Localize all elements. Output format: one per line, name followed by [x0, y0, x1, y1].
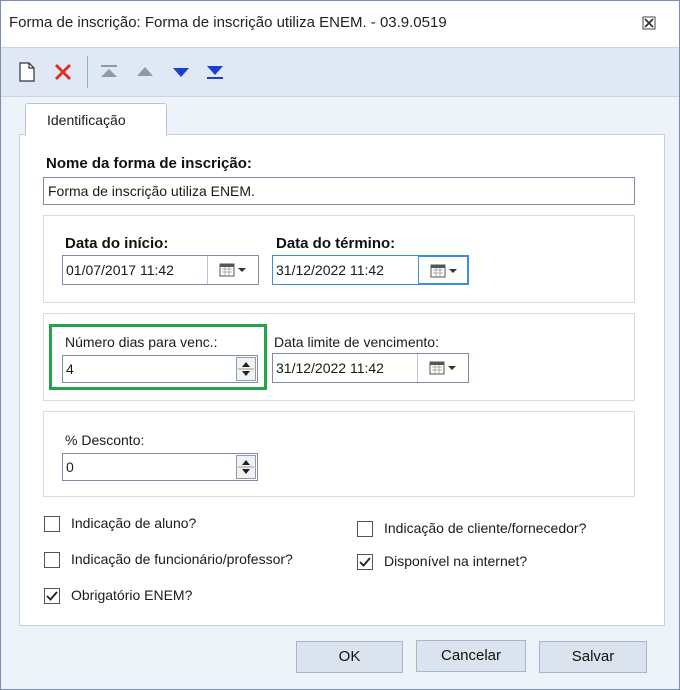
data-termino-label: Data do término:: [276, 235, 396, 252]
cancel-button[interactable]: Cancelar: [416, 640, 526, 672]
checkbox-label-indicacao-aluno: Indicação de aluno?: [71, 515, 197, 531]
calendar-dropdown-icon[interactable]: [417, 354, 468, 382]
move-down-icon[interactable]: [169, 60, 193, 84]
title-bar: Forma de inscrição: Forma de inscrição u…: [1, 1, 679, 47]
checkbox-obrigatorio-enem[interactable]: [44, 588, 60, 604]
move-last-icon[interactable]: [203, 60, 227, 84]
data-termino-input[interactable]: 31/12/2022 11:42: [272, 255, 469, 285]
checkbox-indicacao-cliente[interactable]: [357, 521, 373, 537]
data-inicio-input[interactable]: 01/07/2017 11:42: [62, 255, 259, 285]
desconto-value: 0: [66, 459, 74, 475]
tab-identificacao[interactable]: Identificação: [25, 103, 167, 136]
footer: OK Cancelar Salvar: [1, 629, 679, 689]
data-inicio-value: 01/07/2017 11:42: [66, 262, 174, 278]
tab-label: Identificação: [47, 112, 126, 128]
toolbar-separator: [87, 56, 88, 88]
data-termino-value: 31/12/2022 11:42: [276, 262, 384, 278]
data-limite-value: 31/12/2022 11:42: [276, 360, 384, 376]
save-button[interactable]: Salvar: [539, 641, 647, 673]
calendar-dropdown-icon[interactable]: [418, 256, 468, 284]
nome-input[interactable]: Forma de inscrição utiliza ENEM.: [43, 177, 635, 205]
nome-label: Nome da forma de inscrição:: [46, 155, 252, 172]
desconto-label: % Desconto:: [65, 432, 145, 448]
ok-button[interactable]: OK: [296, 641, 403, 673]
toolbar: [1, 47, 679, 97]
checkbox-label-indicacao-cliente: Indicação de cliente/fornecedor?: [384, 520, 587, 536]
checkbox-indicacao-aluno[interactable]: [44, 516, 60, 532]
data-inicio-label: Data do início:: [65, 235, 169, 252]
highlight-box: [49, 324, 267, 390]
spin-arrows-icon[interactable]: [236, 455, 256, 479]
move-up-icon[interactable]: [133, 60, 157, 84]
desconto-stepper[interactable]: 0: [62, 453, 258, 481]
window-title: Forma de inscrição: Forma de inscrição u…: [9, 14, 447, 31]
checkbox-label-disponivel-internet: Disponível na internet?: [384, 553, 528, 569]
checkbox-label-indicacao-funcionario: Indicação de funcionário/professor?: [71, 551, 293, 567]
checkmark-icon: [46, 591, 58, 601]
close-icon[interactable]: [637, 11, 661, 35]
checkbox-indicacao-funcionario[interactable]: [44, 552, 60, 568]
checkbox-disponivel-internet[interactable]: [357, 554, 373, 570]
dialog-window: Forma de inscrição: Forma de inscrição u…: [0, 0, 680, 690]
calendar-dropdown-icon[interactable]: [207, 256, 258, 284]
data-limite-label: Data limite de vencimento:: [274, 334, 439, 350]
delete-icon[interactable]: [51, 60, 75, 84]
new-document-icon[interactable]: [15, 60, 39, 84]
checkmark-icon: [359, 557, 371, 567]
data-limite-input[interactable]: 31/12/2022 11:42: [272, 353, 469, 383]
checkbox-label-obrigatorio-enem: Obrigatório ENEM?: [71, 587, 193, 603]
move-first-icon[interactable]: [97, 60, 121, 84]
nome-value: Forma de inscrição utiliza ENEM.: [48, 183, 255, 199]
